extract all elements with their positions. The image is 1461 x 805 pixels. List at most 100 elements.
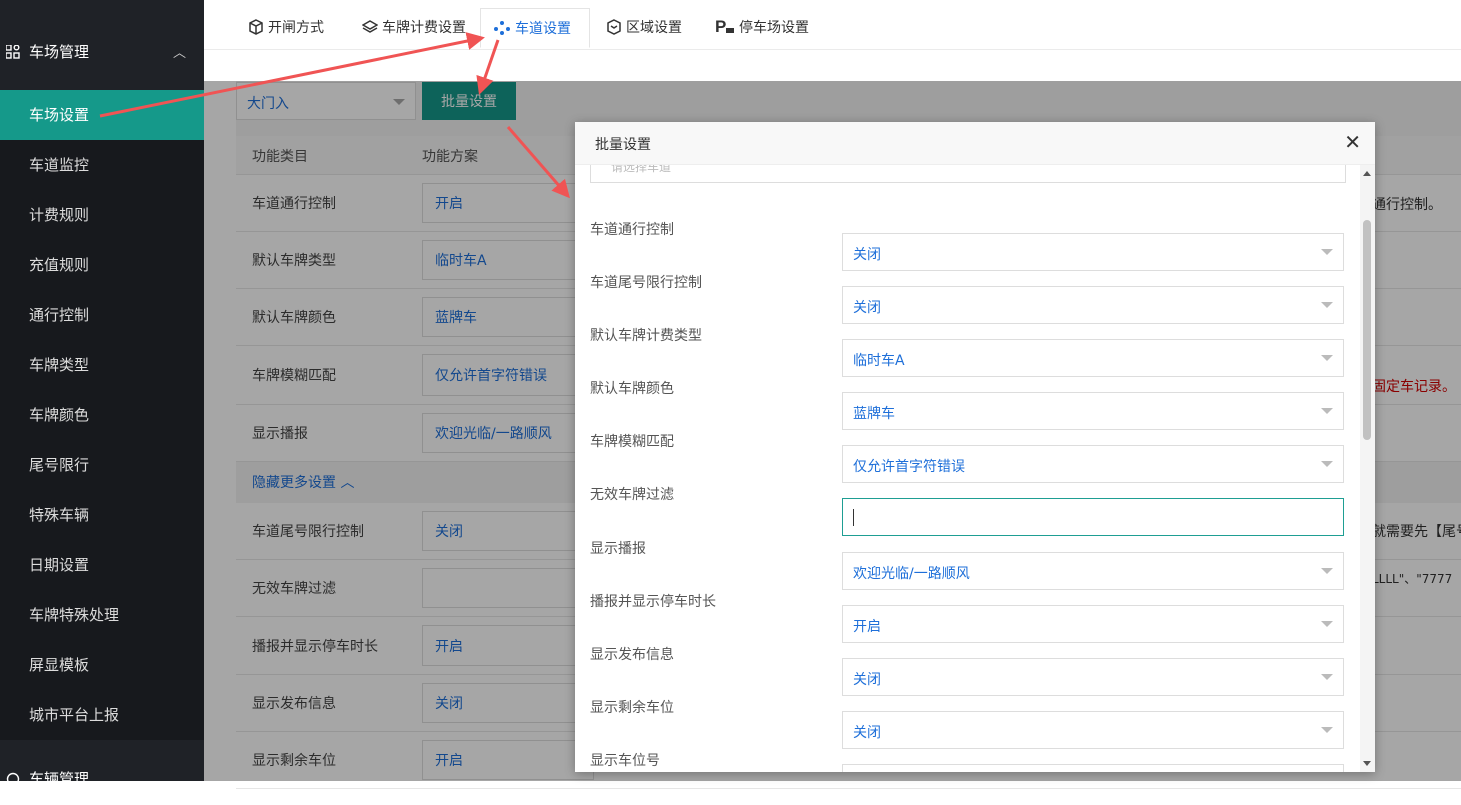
tab-label: 车牌计费设置 xyxy=(382,20,466,36)
field-select[interactable]: 欢迎光临/一路顺风 xyxy=(842,552,1344,590)
sidebar-item-recharge-rules[interactable]: 充值规则 xyxy=(0,240,204,290)
lane-select-placeholder: 请选择车道 xyxy=(611,165,672,174)
sidebar-group-parking[interactable]: 车场管理 ︿ xyxy=(0,28,204,78)
field-label: 默认车牌颜色 xyxy=(590,381,674,397)
chevron-up-icon: ︿ xyxy=(172,46,186,61)
dialog-title: 批量设置 xyxy=(595,137,651,153)
field-select[interactable]: 关闭 xyxy=(842,286,1344,324)
layers-icon xyxy=(361,20,379,33)
sidebar-item-access-control[interactable]: 通行控制 xyxy=(0,290,204,340)
scroll-down-icon[interactable] xyxy=(1363,761,1371,766)
field-select[interactable]: 关闭 xyxy=(842,764,1344,772)
caret-down-icon xyxy=(1321,621,1333,627)
field-select[interactable]: 蓝牌车 xyxy=(842,392,1344,430)
sidebar-item-plate-special[interactable]: 车牌特殊处理 xyxy=(0,590,204,640)
field-value: 仅允许首字符错误 xyxy=(853,459,965,475)
sidebar: 车场管理 ︿ 车场设置 车道监控 计费规则 充值规则 通行控制 车牌类型 车牌颜… xyxy=(0,0,204,788)
scroll-up-icon[interactable] xyxy=(1363,171,1371,176)
caret-down-icon xyxy=(1321,408,1333,414)
field-label: 显示剩余车位 xyxy=(590,700,674,716)
sidebar-item-billing-rules[interactable]: 计费规则 xyxy=(0,190,204,240)
car-icon xyxy=(6,772,20,786)
sidebar-item-special-vehicles[interactable]: 特殊车辆 xyxy=(0,490,204,540)
form-row: 显示车位号关闭 xyxy=(575,750,1360,772)
sidebar-item-parking-settings[interactable]: 车场设置 xyxy=(0,90,204,140)
sidebar-item-screen-templates[interactable]: 屏显模板 xyxy=(0,640,204,690)
form-row: 默认车牌颜色蓝牌车 xyxy=(575,378,1360,431)
field-label: 默认车牌计费类型 xyxy=(590,328,702,344)
field-value: 临时车A xyxy=(853,353,905,369)
sidebar-menu: 车场设置 车道监控 计费规则 充值规则 通行控制 车牌类型 车牌颜色 尾号限行 … xyxy=(0,90,204,740)
form-row: 显示播报欢迎光临/一路顺风 xyxy=(575,538,1360,591)
lane-select[interactable]: 请选择车道 xyxy=(590,165,1346,183)
form-row: 车道通行控制关闭 xyxy=(575,219,1360,272)
field-label: 显示发布信息 xyxy=(590,647,674,663)
sidebar-item-plate-types[interactable]: 车牌类型 xyxy=(0,340,204,390)
caret-down-icon xyxy=(1321,302,1333,308)
field-label: 车道尾号限行控制 xyxy=(590,275,702,291)
scrollbar[interactable] xyxy=(1360,165,1375,772)
form-row: 默认车牌计费类型临时车A xyxy=(575,325,1360,378)
field-value: 关闭 xyxy=(853,725,881,741)
field-value: 关闭 xyxy=(853,247,881,263)
sidebar-item-plate-colors[interactable]: 车牌颜色 xyxy=(0,390,204,440)
caret-down-icon xyxy=(1321,568,1333,574)
box-icon xyxy=(249,19,263,35)
tab-plate-billing[interactable]: 车牌计费设置 xyxy=(361,8,466,49)
caret-down-icon xyxy=(1321,727,1333,733)
sidebar-item-city-platform[interactable]: 城市平台上报 xyxy=(0,690,204,740)
field-value: 蓝牌车 xyxy=(853,406,895,422)
cube-icon xyxy=(607,19,621,35)
parking-icon: P xyxy=(715,17,734,36)
sidebar-group-label: 车辆管理 xyxy=(29,770,90,788)
sidebar-item-tail-restriction[interactable]: 尾号限行 xyxy=(0,440,204,490)
lane-icon xyxy=(494,21,510,35)
field-value: 关闭 xyxy=(853,672,881,688)
form-row: 显示发布信息关闭 xyxy=(575,644,1360,697)
form-row: 显示剩余车位关闭 xyxy=(575,697,1360,750)
tab-label: 车道设置 xyxy=(515,21,571,37)
form-row: 车道尾号限行控制关闭 xyxy=(575,272,1360,325)
scroll-thumb[interactable] xyxy=(1363,220,1371,440)
dialog-body: 请选择车道 车道通行控制 关闭 车道尾号限行控制 关闭 默认车牌计费类型 临时车A 默… xyxy=(575,165,1360,772)
invalid-plate-filter-input[interactable] xyxy=(842,498,1344,536)
tab-label: 区域设置 xyxy=(626,20,682,36)
batch-settings-dialog: 批量设置 ✕ 请选择车道 车道通行控制 关闭 车道尾号限行控制 关闭 默认车牌计费类… xyxy=(575,122,1375,772)
grid-icon xyxy=(6,45,20,59)
field-select[interactable]: 关闭 xyxy=(842,233,1344,271)
tab-label: 开闸方式 xyxy=(268,20,324,36)
svg-text:P: P xyxy=(715,17,726,35)
form-row: 播报并显示停车时长开启 xyxy=(575,591,1360,644)
field-label: 播报并显示停车时长 xyxy=(590,594,716,610)
sidebar-group-label: 车场管理 xyxy=(29,43,90,61)
field-select[interactable]: 临时车A xyxy=(842,339,1344,377)
tab-area-settings[interactable]: 区域设置 xyxy=(606,8,682,49)
dialog-header: 批量设置 ✕ xyxy=(575,122,1375,165)
sidebar-item-lane-monitor[interactable]: 车道监控 xyxy=(0,140,204,190)
tab-bar: 开闸方式 车牌计费设置 车道设置 区域设置 P 停车场设置 xyxy=(204,0,1461,50)
field-label: 显示播报 xyxy=(590,541,646,557)
field-label: 无效车牌过滤 xyxy=(590,487,674,503)
sidebar-group-vehicles[interactable]: 车辆管理 xyxy=(0,755,204,805)
form-row: 车牌模糊匹配仅允许首字符错误 xyxy=(575,431,1360,484)
caret-down-icon xyxy=(1321,355,1333,361)
field-label: 车道通行控制 xyxy=(590,222,674,238)
close-icon[interactable]: ✕ xyxy=(1344,132,1361,152)
tab-label: 停车场设置 xyxy=(739,20,809,36)
field-select[interactable]: 开启 xyxy=(842,605,1344,643)
field-select[interactable]: 关闭 xyxy=(842,658,1344,696)
tab-lane-settings[interactable]: 车道设置 xyxy=(480,8,590,48)
field-value: 关闭 xyxy=(853,300,881,316)
field-label: 车牌模糊匹配 xyxy=(590,434,674,450)
caret-down-icon xyxy=(1321,674,1333,680)
tab-gate-mode[interactable]: 开闸方式 xyxy=(248,8,324,49)
field-select[interactable]: 仅允许首字符错误 xyxy=(842,445,1344,483)
caret-down-icon xyxy=(1321,249,1333,255)
field-value: 欢迎光临/一路顺风 xyxy=(853,566,970,582)
text-cursor xyxy=(853,509,854,526)
caret-down-icon xyxy=(1321,461,1333,467)
form-row: 无效车牌过滤 xyxy=(575,484,1360,537)
field-select[interactable]: 关闭 xyxy=(842,711,1344,749)
tab-parking-settings[interactable]: P 停车场设置 xyxy=(715,8,809,49)
sidebar-item-date-settings[interactable]: 日期设置 xyxy=(0,540,204,590)
